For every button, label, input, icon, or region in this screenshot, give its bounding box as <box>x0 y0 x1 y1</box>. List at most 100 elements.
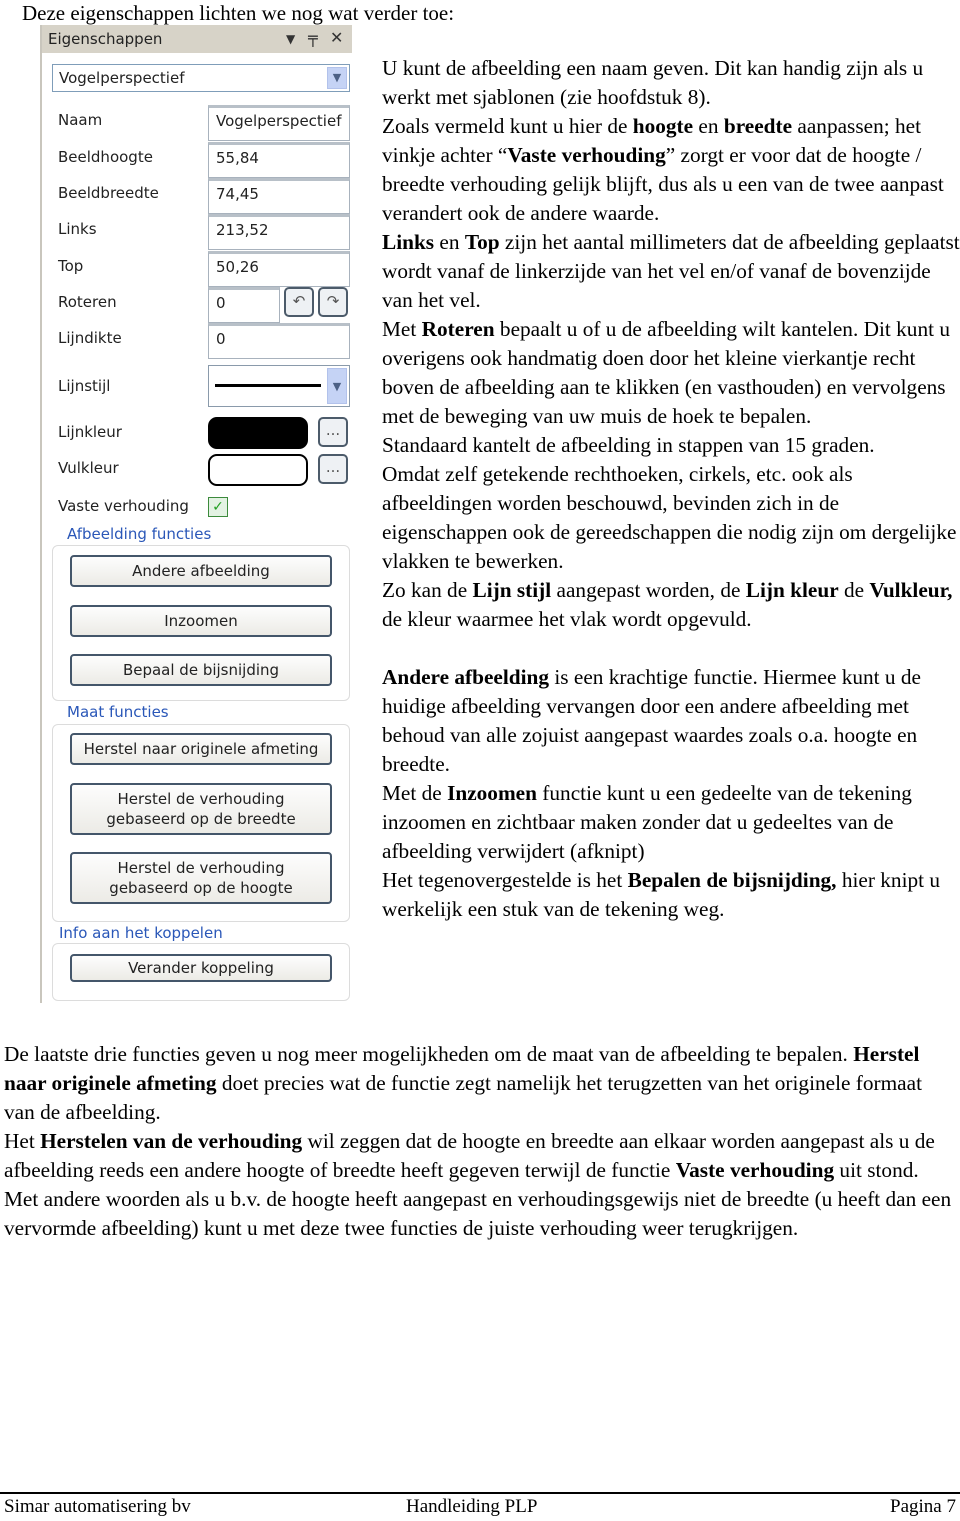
ellipsis-icon: ... <box>325 421 341 439</box>
paragraph: Met andere woorden als u b.v. de hoogte … <box>4 1185 954 1243</box>
text-run: en <box>693 114 724 138</box>
footer-company: Simar automatisering bv <box>4 1496 191 1517</box>
field-input-beeldbreedte[interactable]: 74,45 <box>208 178 350 214</box>
bold-term: Lijn stijl <box>472 578 552 602</box>
line-color-picker-button[interactable]: ... <box>318 417 348 447</box>
dropdown-arrow-icon[interactable]: ▼ <box>286 32 295 46</box>
field-input-beeldhoogte[interactable]: 55,84 <box>208 142 350 178</box>
paragraph: Omdat zelf getekende rechthoeken, cirkel… <box>382 460 960 576</box>
footer-page-number: Pagina 7 <box>890 1496 956 1517</box>
bold-term: Vulkleur, <box>869 578 953 602</box>
paragraph: Standaard kantelt de afbeelding in stapp… <box>382 431 960 460</box>
text-run: Met <box>382 317 422 341</box>
text-run: de kleur waarmee het vlak wordt opgevuld… <box>382 607 752 631</box>
bold-term: Top <box>464 230 500 254</box>
properties-panel: Eigenschappen ▼ ╤ ✕ Vogelperspectief ▼ N… <box>40 25 352 1003</box>
text-run: Het <box>4 1129 41 1153</box>
chevron-down-icon[interactable]: ▼ <box>327 67 347 89</box>
ellipsis-icon: ... <box>325 458 341 476</box>
text-run: uit stond. <box>834 1158 919 1182</box>
bottom-text: De laatste drie functies geven u nog mee… <box>4 1040 954 1243</box>
text-run: De laatste drie functies geven u nog mee… <box>4 1042 854 1066</box>
text-run: de <box>838 578 870 602</box>
line-color-swatch[interactable] <box>208 417 308 449</box>
field-label-links: Links <box>58 220 97 238</box>
field-input-top[interactable]: 50,26 <box>208 251 350 287</box>
text-run: Omdat zelf getekende rechthoeken, cirkel… <box>382 462 957 573</box>
paragraph: Zo kan de Lijn stijl aangepast worden, d… <box>382 576 960 634</box>
field-value: 213,52 <box>216 221 269 239</box>
object-select-value: Vogelperspectief <box>59 69 185 87</box>
herstel-verhouding-hoogte-button[interactable]: Herstel de verhouding gebaseerd op de ho… <box>70 852 332 904</box>
bold-term: Links <box>382 230 435 254</box>
field-input-lijndikte[interactable]: 0 <box>208 323 350 359</box>
field-input-naam[interactable]: Vogelperspectief <box>208 105 350 141</box>
text-run: Met de <box>382 781 448 805</box>
fill-color-swatch[interactable] <box>208 454 308 486</box>
vaste-verhouding-checkbox[interactable]: ✓ <box>208 497 228 517</box>
chevron-down-icon[interactable]: ▼ <box>327 368 347 404</box>
lijnkleur-label: Lijnkleur <box>58 423 122 441</box>
object-select[interactable]: Vogelperspectief ▼ <box>52 64 350 92</box>
text-run: aangepast worden, de <box>551 578 746 602</box>
group-title-info: Info aan het koppelen <box>56 924 226 942</box>
close-icon[interactable]: ✕ <box>330 28 343 47</box>
bepaal-bijsnijding-button[interactable]: Bepaal de bijsnijding <box>70 654 332 686</box>
text-run: Het tegenovergestelde is het <box>382 868 628 892</box>
field-label-naam: Naam <box>58 111 103 129</box>
bold-term: hoogte <box>632 114 694 138</box>
bold-term: breedte <box>723 114 793 138</box>
text-run: en <box>434 230 465 254</box>
field-label-roteren: Roteren <box>58 293 117 311</box>
rotate-left-icon: ↶ <box>292 292 306 310</box>
vaste-verhouding-label: Vaste verhouding <box>58 497 189 515</box>
paragraph: Het tegenovergestelde is het Bepalen de … <box>382 866 960 924</box>
field-label-top: Top <box>58 257 84 275</box>
panel-title: Eigenschappen <box>48 30 163 48</box>
field-value: 55,84 <box>216 149 259 167</box>
herstel-originele-afmeting-button[interactable]: Herstel naar originele afmeting <box>70 733 332 765</box>
paragraph: Met Roteren bepaalt u of u de afbeelding… <box>382 315 960 431</box>
bold-term: Bepalen de bijsnijding, <box>627 868 837 892</box>
paragraph: Andere afbeelding is een krachtige funct… <box>382 663 960 779</box>
paragraph: Het Herstelen van de verhouding wil zegg… <box>4 1127 954 1185</box>
lijnstijl-label: Lijnstijl <box>58 377 111 395</box>
group-title-maat: Maat functies <box>64 703 172 721</box>
paragraph: Links en Top zijn het aantal millimeters… <box>382 228 960 315</box>
field-label-beeldbreedte: Beeldbreedte <box>58 184 159 202</box>
field-input-roteren[interactable]: 0 <box>208 287 280 323</box>
field-value: 0 <box>216 294 226 312</box>
text-run: Standaard kantelt de afbeelding in stapp… <box>382 433 875 457</box>
paragraph: U kunt de afbeelding een naam geven. Dit… <box>382 54 960 112</box>
fill-color-picker-button[interactable]: ... <box>318 454 348 484</box>
text-run: U kunt de afbeelding een naam geven. Dit… <box>382 56 924 109</box>
andere-afbeelding-button[interactable]: Andere afbeelding <box>70 555 332 587</box>
vulkleur-label: Vulkleur <box>58 459 119 477</box>
field-value: Vogelperspectief <box>216 112 342 130</box>
field-value: 74,45 <box>216 185 259 203</box>
bold-term: Lijn kleur <box>745 578 839 602</box>
pin-icon[interactable]: ╤ <box>308 28 318 47</box>
line-style-select[interactable]: ▼ <box>208 365 350 407</box>
rotate-right-button[interactable]: ↷ <box>318 287 348 317</box>
footer-title: Handleiding PLP <box>406 1496 538 1517</box>
intro-heading: Deze eigenschappen lichten we nog wat ve… <box>22 1 455 25</box>
verander-koppeling-button[interactable]: Verander koppeling <box>70 954 332 982</box>
bold-term: Roteren <box>421 317 495 341</box>
text-run: Zo kan de <box>382 578 473 602</box>
field-label-beeldhoogte: Beeldhoogte <box>58 148 153 166</box>
field-value: 50,26 <box>216 258 259 276</box>
herstel-verhouding-breedte-button[interactable]: Herstel de verhouding gebaseerd op de br… <box>70 783 332 835</box>
text-run: Met andere woorden als u b.v. de hoogte … <box>4 1187 952 1240</box>
bold-term: Andere afbeelding <box>382 665 550 689</box>
checkmark-icon: ✓ <box>212 499 224 515</box>
panel-header: Eigenschappen ▼ ╤ ✕ <box>42 25 352 53</box>
rotate-left-button[interactable]: ↶ <box>284 287 314 317</box>
line-style-preview <box>215 384 321 387</box>
rotate-right-icon: ↷ <box>326 292 340 310</box>
bold-term: Vaste verhouding <box>675 1158 835 1182</box>
inzoomen-button[interactable]: Inzoomen <box>70 605 332 637</box>
group-title-afbeelding: Afbeelding functies <box>64 525 215 543</box>
field-input-links[interactable]: 213,52 <box>208 214 350 250</box>
